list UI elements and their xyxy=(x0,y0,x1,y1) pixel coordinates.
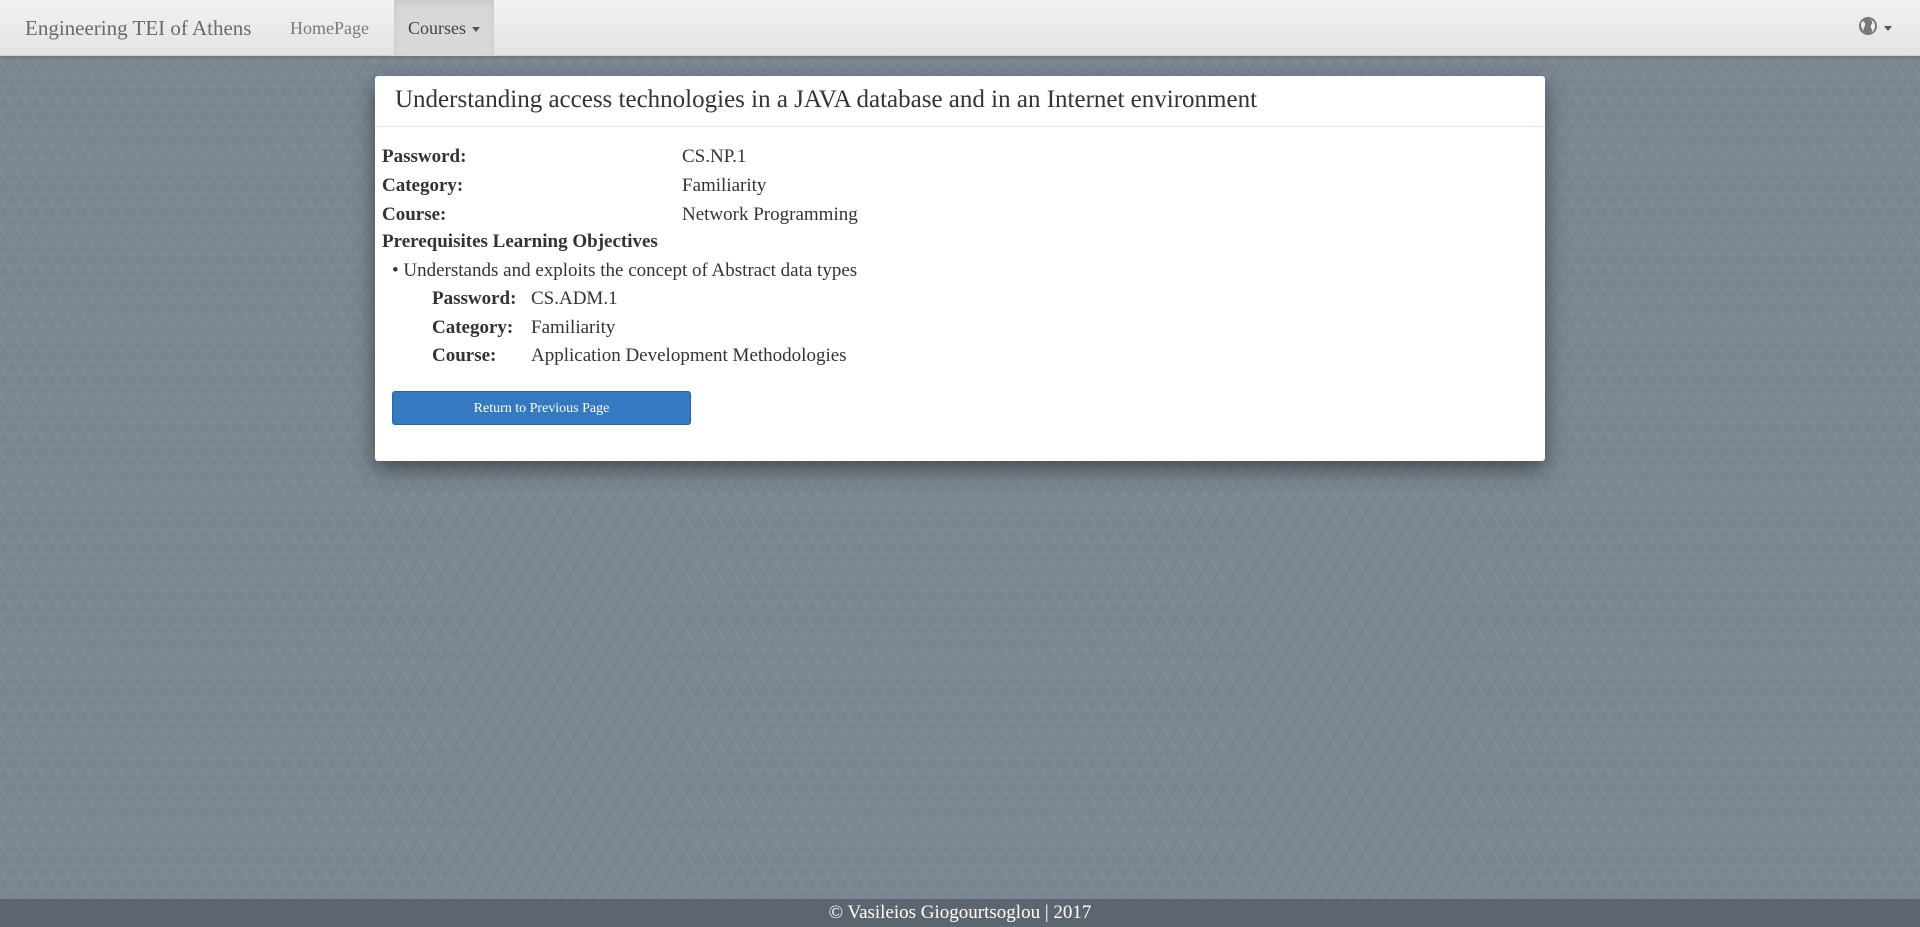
password-label: Password: xyxy=(382,146,467,167)
nav-homepage-link[interactable]: HomePage xyxy=(276,0,383,56)
nav-homepage-label: HomePage xyxy=(290,18,369,38)
password-value: CS.NP.1 xyxy=(682,146,747,167)
page-footer: © Vasileios Giogourtsoglou | 2017 xyxy=(0,899,1920,927)
category-label: Category: xyxy=(382,175,464,196)
prerequisite-password-value: CS.ADM.1 xyxy=(531,288,618,309)
prerequisite-category-label: Category: xyxy=(432,317,514,338)
prerequisite-course-label: Course: xyxy=(432,345,497,366)
course-label: Course: xyxy=(382,204,447,225)
globe-icon xyxy=(1858,16,1878,41)
top-navbar: Engineering TEI of Athens HomePage Cours… xyxy=(0,0,1920,56)
caret-down-icon xyxy=(472,27,480,33)
prerequisite-password-label: Password: xyxy=(432,288,517,309)
footer-copyright: © Vasileios Giogourtsoglou | 2017 xyxy=(828,902,1092,923)
caret-down-icon xyxy=(1884,25,1892,31)
site-brand-link[interactable]: Engineering TEI of Athens xyxy=(25,0,251,56)
panel-divider xyxy=(375,126,1545,127)
prerequisite-category-value: Familiarity xyxy=(531,317,616,338)
page-title: Understanding access technologies in a J… xyxy=(395,86,1258,113)
prerequisite-objective: • Understands and exploits the concept o… xyxy=(392,260,858,281)
nav-courses-dropdown[interactable]: Courses xyxy=(394,0,494,56)
prerequisite-course-value: Application Development Methodologies xyxy=(531,345,847,366)
category-value: Familiarity xyxy=(682,175,767,196)
return-to-previous-page-button[interactable]: Return to Previous Page xyxy=(392,391,691,425)
course-value: Network Programming xyxy=(682,204,858,225)
language-dropdown[interactable] xyxy=(1858,0,1892,56)
nav-courses-label: Courses xyxy=(408,18,466,38)
objective-panel: Understanding access technologies in a J… xyxy=(375,76,1545,461)
prerequisites-heading: Prerequisites Learning Objectives xyxy=(382,231,658,252)
